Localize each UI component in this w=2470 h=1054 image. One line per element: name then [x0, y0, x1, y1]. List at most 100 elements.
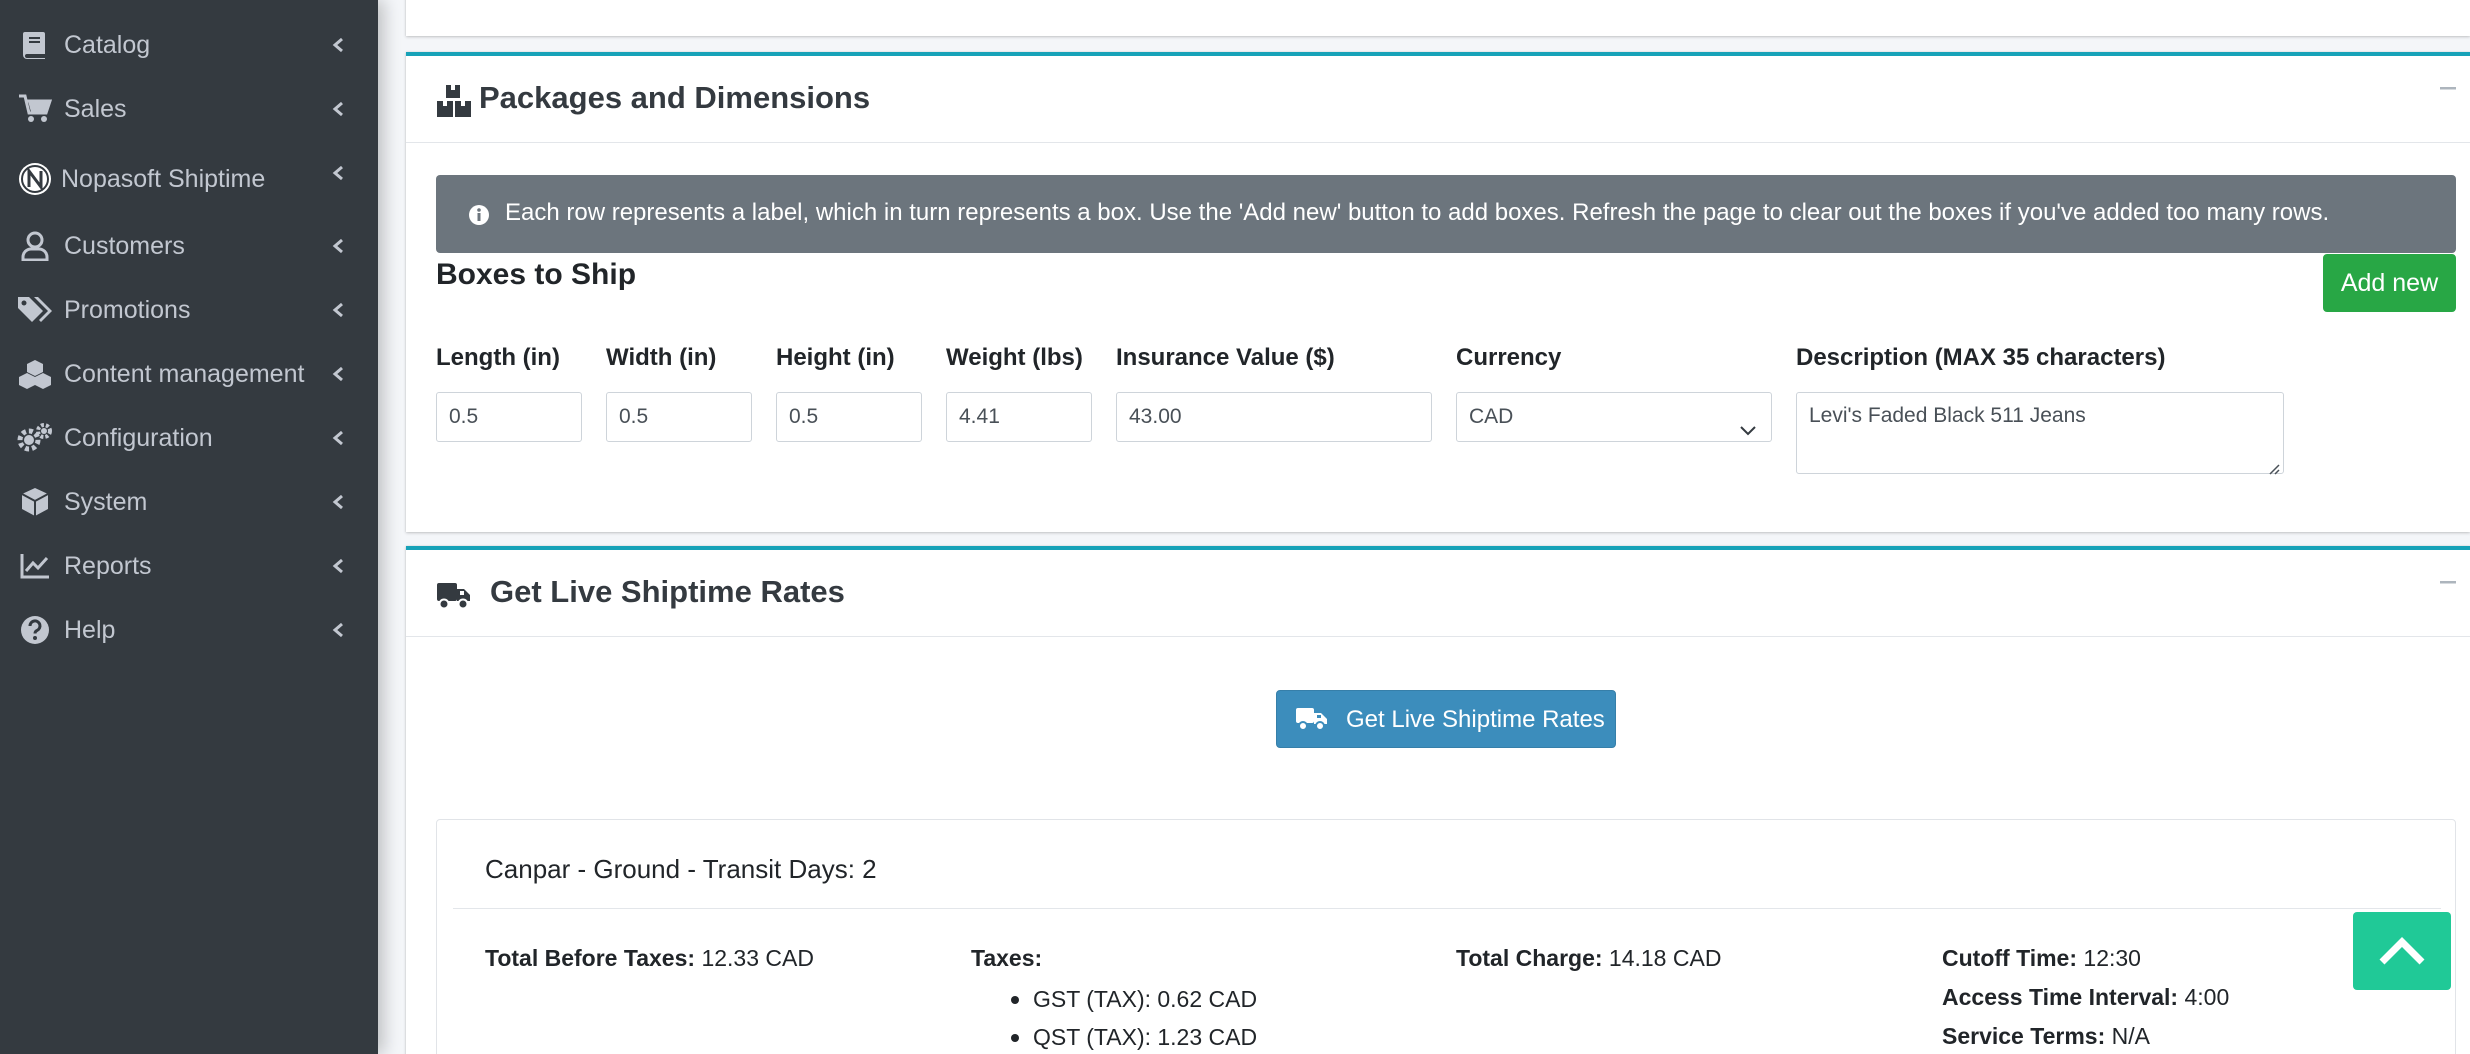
info-alert: Each row represents a label, which in tu…	[436, 175, 2456, 253]
access-time-interval: Access Time Interval: 4:00	[1942, 984, 2229, 1011]
truck-icon	[436, 580, 472, 614]
total-before-taxes-label: Total Before Taxes:	[485, 945, 696, 971]
sidebar-item-configuration[interactable]: Configuration	[0, 410, 378, 466]
sidebar-item-nopasoft-shiptime[interactable]: Nopasoft Shiptime	[0, 151, 378, 207]
tags-icon	[17, 292, 53, 328]
weight-input[interactable]: 4.41	[946, 392, 1092, 442]
add-new-button[interactable]: Add new	[2323, 254, 2456, 312]
description-label: Description (MAX 35 characters)	[1796, 344, 2166, 371]
currency-select-value: CAD	[1469, 405, 1514, 428]
sidebar-item-label: Nopasoft Shiptime	[61, 164, 266, 193]
sidebar-item-catalog[interactable]: Catalog	[0, 17, 378, 73]
height-label: Height (in)	[776, 344, 895, 371]
packages-card-title: Packages and Dimensions	[479, 80, 871, 115]
sidebar-item-reports[interactable]: Reports	[0, 538, 378, 594]
total-before-taxes-value: 12.33 CAD	[701, 945, 814, 971]
sidebar-item-system[interactable]: System	[0, 474, 378, 530]
info-circle-icon	[468, 204, 490, 226]
cutoff-time-value: 12:30	[2083, 945, 2141, 971]
sidebar-item-sales[interactable]: Sales	[0, 81, 378, 137]
live-rates-card-header[interactable]: Get Live Shiptime Rates	[406, 550, 2470, 637]
get-live-rates-button[interactable]: Get Live Shiptime Rates	[1276, 690, 1616, 748]
rate-result-card: Canpar - Ground - Transit Days: 2 Total …	[436, 819, 2456, 1054]
sidebar-item-label: Configuration	[64, 423, 213, 452]
service-terms-value: N/A	[2111, 1023, 2150, 1049]
sidebar-item-content-management[interactable]: Content management	[0, 346, 378, 402]
taxes-list: GST (TAX): 0.62 CAD QST (TAX): 1.23 CAD	[1007, 984, 1257, 1054]
chevron-left-icon	[330, 101, 346, 117]
currency-select[interactable]: CAD	[1456, 392, 1772, 442]
list-item: QST (TAX): 1.23 CAD	[1007, 1022, 1257, 1054]
alert-text: Each row represents a label, which in tu…	[505, 199, 2330, 226]
chevron-left-icon	[330, 494, 346, 510]
chevron-up-icon	[2378, 930, 2426, 975]
chevron-left-icon	[330, 37, 346, 53]
packages-card: Packages and Dimensions Each row represe…	[406, 52, 2470, 532]
total-charge: Total Charge: 14.18 CAD	[1456, 945, 1721, 972]
access-time-value: 4:00	[2184, 984, 2230, 1010]
cutoff-time: Cutoff Time: 12:30	[1942, 945, 2141, 972]
currency-label: Currency	[1456, 344, 1562, 371]
width-label: Width (in)	[606, 344, 717, 371]
length-input[interactable]: 0.5	[436, 392, 582, 442]
user-icon	[17, 228, 53, 264]
description-value: Levi's Faded Black 511 Jeans	[1809, 404, 2086, 427]
total-charge-label: Total Charge:	[1456, 945, 1603, 971]
truck-icon	[1295, 706, 1329, 732]
insurance-value-label: Insurance Value ($)	[1116, 344, 1335, 371]
length-label: Length (in)	[436, 344, 560, 371]
chevron-left-icon	[330, 430, 346, 446]
packages-card-header[interactable]: Packages and Dimensions	[406, 56, 2470, 143]
chevron-left-icon	[330, 302, 346, 318]
chevron-left-icon	[330, 622, 346, 638]
height-input[interactable]: 0.5	[776, 392, 922, 442]
chevron-left-icon	[330, 558, 346, 574]
taxes: Taxes:	[971, 945, 1042, 972]
sidebar-item-label: Sales	[64, 94, 127, 123]
shopping-cart-icon	[17, 91, 53, 127]
live-rates-card-title: Get Live Shiptime Rates	[490, 574, 845, 609]
resize-grip-icon[interactable]	[2266, 456, 2280, 475]
service-terms: Service Terms: N/A	[1942, 1023, 2150, 1050]
sidebar-item-label: System	[64, 487, 148, 516]
cube-icon	[17, 484, 53, 520]
sidebar-item-help[interactable]: Help	[0, 602, 378, 658]
weight-label: Weight (lbs)	[946, 344, 1083, 371]
previous-card	[406, 0, 2470, 36]
description-textarea[interactable]: Levi's Faded Black 511 Jeans	[1796, 392, 2284, 475]
get-live-rates-label: Get Live Shiptime Rates	[1346, 706, 1605, 733]
width-input[interactable]: 0.5	[606, 392, 752, 442]
divider	[453, 908, 2441, 909]
sidebar: Catalog Sales Nopasoft Shiptime Customer…	[0, 0, 378, 1054]
sidebar-item-label: Content management	[64, 359, 305, 388]
line-chart-icon	[17, 548, 53, 584]
rate-result-title: Canpar - Ground - Transit Days: 2	[485, 854, 877, 884]
sidebar-item-promotions[interactable]: Promotions	[0, 282, 378, 338]
sidebar-item-label: Help	[64, 615, 116, 644]
chevron-left-icon	[330, 165, 346, 181]
minus-icon[interactable]	[2430, 70, 2466, 106]
gears-icon	[17, 420, 53, 456]
taxes-label: Taxes:	[971, 945, 1043, 971]
insurance-value-input[interactable]: 43.00	[1116, 392, 1432, 442]
chevron-down-icon	[1739, 409, 1757, 436]
nopasoft-logo-icon	[17, 161, 53, 197]
cubes-icon	[17, 356, 53, 392]
minus-icon[interactable]	[2430, 564, 2466, 600]
cutoff-time-label: Cutoff Time:	[1942, 945, 2078, 971]
total-charge-value: 14.18 CAD	[1608, 945, 1722, 971]
chevron-left-icon	[330, 366, 346, 382]
question-circle-icon	[17, 612, 53, 648]
live-rates-card: Get Live Shiptime Rates Get Live Shiptim…	[406, 546, 2470, 1054]
access-time-label: Access Time Interval:	[1942, 984, 2179, 1010]
sidebar-item-label: Catalog	[64, 30, 151, 59]
boxes-to-ship-title: Boxes to Ship	[436, 258, 637, 291]
main-content: Packages and Dimensions Each row represe…	[378, 0, 2470, 1054]
sidebar-item-label: Customers	[64, 231, 185, 260]
book-icon	[17, 27, 53, 63]
scroll-to-top-button[interactable]	[2353, 912, 2451, 990]
sidebar-item-customers[interactable]: Customers	[0, 218, 378, 274]
sidebar-item-label: Promotions	[64, 295, 191, 324]
boxes-icon	[436, 84, 472, 118]
chevron-left-icon	[330, 238, 346, 254]
